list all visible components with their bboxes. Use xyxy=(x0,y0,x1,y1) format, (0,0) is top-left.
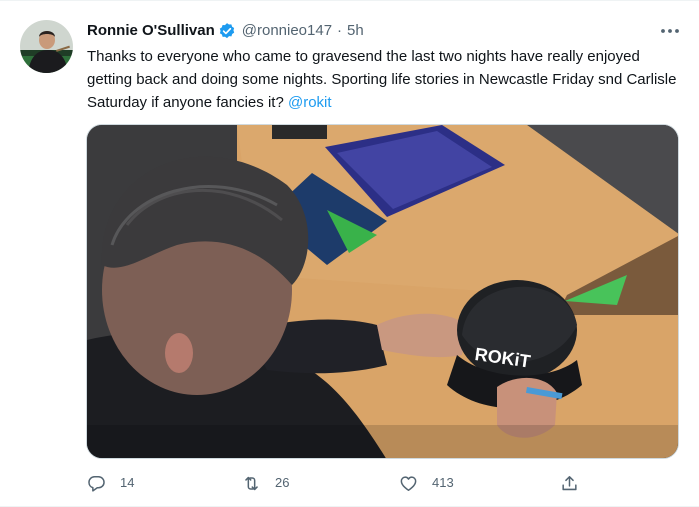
share-button[interactable] xyxy=(560,473,593,493)
reply-button[interactable]: 14 xyxy=(87,473,134,493)
like-count: 413 xyxy=(432,475,454,490)
mention-link[interactable]: @rokit xyxy=(288,94,332,111)
tweet-text: Thanks to everyone who came to gravesend… xyxy=(87,45,679,114)
like-icon xyxy=(399,474,418,493)
avatar[interactable] xyxy=(20,20,73,73)
tweet-header: Ronnie O'Sullivan @ronnieo147 · 5h xyxy=(87,21,649,41)
reply-icon xyxy=(87,474,106,493)
user-handle[interactable]: @ronnieo147 xyxy=(242,21,332,41)
tweet-photo[interactable]: ROKiT xyxy=(86,124,679,459)
reply-count: 14 xyxy=(120,475,135,490)
retweet-icon xyxy=(242,474,261,493)
more-icon[interactable] xyxy=(659,24,681,36)
tweet-body: Thanks to everyone who came to gravesend… xyxy=(87,48,677,111)
verified-badge-icon xyxy=(218,22,236,40)
retweet-count: 26 xyxy=(275,475,290,490)
timestamp[interactable]: 5h xyxy=(347,21,364,41)
like-button[interactable]: 413 xyxy=(399,473,454,493)
share-icon xyxy=(560,474,579,493)
separator-dot: · xyxy=(337,22,343,39)
display-name[interactable]: Ronnie O'Sullivan xyxy=(87,21,215,41)
retweet-button[interactable]: 26 xyxy=(242,473,289,493)
tweet-card[interactable]: Ronnie O'Sullivan @ronnieo147 · 5h Thank… xyxy=(0,0,699,507)
